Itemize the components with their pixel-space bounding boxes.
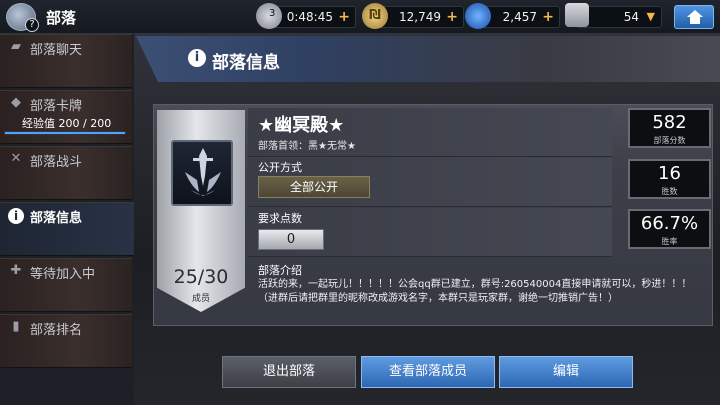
guild-leader: 部落首领：黑★无常★	[258, 141, 356, 152]
trophy-value: 54	[623, 10, 639, 24]
sidebar: ▰ 部落聊天 ◆ 部落卡牌 经验值 200 / 200 ✕ 部落战斗 i 部落信…	[0, 34, 150, 405]
coin-value: 12,749	[399, 10, 441, 24]
gem-icon	[465, 3, 491, 29]
stat-label: 胜率	[661, 237, 678, 246]
timer-count: 3	[269, 8, 276, 19]
stat-win-rate: 66.7% 胜率	[628, 209, 711, 249]
guild-emblem-icon[interactable]: ?	[6, 3, 39, 32]
view-members-button[interactable]: 查看部落成员	[361, 356, 495, 388]
sidebar-item-label: 部落聊天	[30, 43, 83, 58]
sidebar-item-label: 部落排名	[30, 323, 83, 338]
timer-value: 0:48:45	[286, 10, 333, 24]
cards-icon: ◆	[11, 95, 21, 110]
sidebar-item-label: 部落卡牌	[30, 99, 83, 114]
guild-intro-label: 部落介绍	[258, 264, 302, 277]
join-method-label: 公开方式	[258, 161, 302, 174]
stat-guild-score: 582 部落分数	[628, 108, 711, 148]
trophy-icon	[565, 3, 589, 27]
member-count: 25/30	[173, 266, 229, 288]
chat-icon: ▰	[11, 39, 21, 54]
ranking-icon: ▮	[12, 319, 20, 334]
guild-intro-text: 活跃的来，一起玩儿！！！！！公会qq群已建立，群号:260540004直接申请就…	[258, 279, 692, 304]
sidebar-item-label: 等待加入中	[30, 267, 96, 282]
exp-progress-bar	[4, 131, 126, 135]
member-count-label: 成员	[191, 294, 210, 304]
plus-icon: ✚	[10, 263, 22, 278]
home-button[interactable]	[674, 5, 714, 29]
guild-name: ★幽冥殿★	[258, 115, 345, 136]
exp-progress-fill	[5, 132, 125, 134]
timer-plus-icon[interactable]: +	[338, 7, 350, 27]
help-badge: ?	[25, 18, 39, 32]
sidebar-item-pending[interactable]: ✚ 等待加入中	[0, 258, 132, 312]
dropdown-arrow-icon[interactable]: ▼	[647, 7, 655, 27]
home-icon	[687, 10, 703, 24]
exp-label: 经验值 200 / 200	[22, 117, 112, 130]
leave-guild-button[interactable]: 退出部落	[222, 356, 356, 388]
coin-icon: ₪	[362, 3, 388, 29]
crossed-swords-icon: ✕	[10, 151, 22, 166]
join-method-value: 全部公开	[258, 176, 370, 198]
sidebar-item-cards[interactable]: ◆ 部落卡牌 经验值 200 / 200	[0, 90, 132, 144]
coin-plus-icon[interactable]: +	[446, 7, 458, 27]
stat-label: 胜数	[661, 187, 678, 196]
gem-plus-icon[interactable]: +	[542, 7, 554, 27]
page-title: 部落	[46, 9, 77, 27]
stat-value: 582	[652, 112, 687, 133]
required-points-value: 0	[258, 229, 324, 250]
stat-value: 16	[658, 163, 681, 184]
guild-crest-icon	[171, 140, 233, 206]
sidebar-item-info[interactable]: i 部落信息	[0, 202, 150, 256]
stat-value: 66.7%	[640, 213, 699, 234]
sidebar-item-ranking[interactable]: ▮ 部落排名	[0, 314, 132, 368]
stat-label: 部落分数	[653, 136, 686, 145]
top-bar: ? 部落 0:48:45 + 3 12,749 + ₪ 2,457 + 54 ▼	[0, 0, 720, 34]
info-icon: i	[188, 49, 206, 67]
section-title: 部落信息	[212, 53, 280, 73]
sidebar-item-label: 部落信息	[30, 211, 83, 226]
sidebar-item-label: 部落战斗	[30, 155, 83, 170]
sidebar-item-chat[interactable]: ▰ 部落聊天	[0, 34, 132, 88]
required-points-label: 要求点数	[258, 212, 302, 225]
section-header: i 部落信息	[136, 36, 720, 82]
stat-wins: 16 胜数	[628, 159, 711, 199]
info-icon: i	[8, 208, 24, 224]
gem-value: 2,457	[502, 10, 537, 24]
hourglass-icon: 3	[256, 3, 282, 29]
sidebar-item-battle[interactable]: ✕ 部落战斗	[0, 146, 132, 200]
edit-button[interactable]: 编辑	[499, 356, 633, 388]
